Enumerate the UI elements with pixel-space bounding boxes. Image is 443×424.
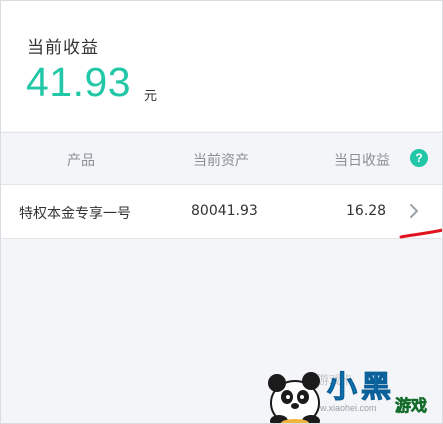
svg-text:黑: 黑 (361, 370, 391, 405)
header-current-assets: 当前资产 (193, 153, 249, 169)
svg-text:小: 小 (327, 370, 357, 405)
earnings-summary-panel: 当前收益 41.93 元 (1, 1, 442, 131)
red-underline-annotation (399, 228, 442, 239)
panda-watermark-logo: 小 黑 游戏 (268, 370, 427, 423)
question-circle-icon[interactable]: ? (410, 149, 428, 167)
product-current-assets: 80041.93 (191, 203, 258, 219)
header-daily-earnings: 当日收益 (334, 153, 390, 169)
product-daily-earnings: 16.28 (346, 203, 387, 219)
current-earnings-label: 当前收益 (27, 38, 99, 58)
current-earnings-value: 41.93 (26, 59, 132, 105)
earnings-screen: 当前收益 41.93 元 产品 当前资产 当日收益 ? 特权本金专享一号 800… (0, 0, 443, 424)
svg-text:游戏: 游戏 (395, 396, 427, 415)
header-product: 产品 (67, 153, 95, 169)
chevron-right-icon[interactable] (408, 201, 420, 221)
table-header: 产品 当前资产 当日收益 (1, 132, 442, 184)
table-row[interactable]: 特权本金专享一号 80041.93 16.28 (1, 184, 442, 239)
currency-unit: 元 (144, 89, 158, 104)
product-name: 特权本金专享一号 (19, 206, 131, 222)
